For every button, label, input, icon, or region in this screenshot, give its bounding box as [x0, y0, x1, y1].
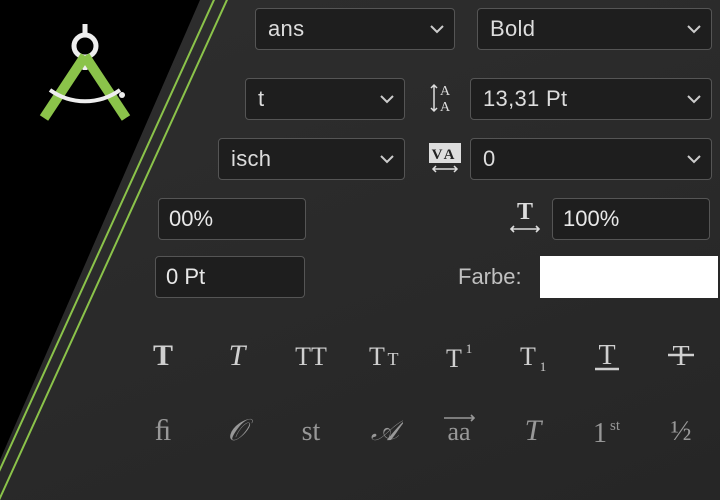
svg-text:𝒜: 𝒜	[371, 414, 403, 447]
font-family-dropdown[interactable]: ans	[255, 8, 455, 50]
font-family-value: ans	[268, 16, 304, 42]
strikethrough-button[interactable]: T	[659, 334, 703, 378]
ordinals-button[interactable]: 1 st	[585, 408, 629, 452]
svg-text:st: st	[610, 418, 621, 434]
baseline-shift-input[interactable]: 0 Pt	[155, 256, 305, 298]
svg-text:A: A	[444, 147, 455, 163]
font-size-value: t	[258, 86, 264, 112]
font-size-dropdown[interactable]: t	[245, 78, 405, 120]
svg-text:T: T	[229, 339, 248, 372]
baseline-shift-value: 0 Pt	[166, 264, 205, 290]
fractions-button[interactable]: ½	[659, 408, 703, 452]
vertical-scale-input[interactable]: 00%	[158, 198, 306, 240]
font-weight-dropdown[interactable]: Bold	[477, 8, 712, 50]
bold-button[interactable]: T	[141, 334, 185, 378]
discretionary-ligatures-button[interactable]: st	[289, 408, 333, 452]
color-label: Farbe:	[458, 264, 522, 290]
allcaps-button[interactable]: TT	[289, 334, 333, 378]
leading-icon: A A	[425, 78, 465, 118]
horizontal-scale-icon: T	[505, 196, 545, 236]
svg-text:𝒪: 𝒪	[228, 414, 254, 447]
svg-text:T: T	[525, 414, 544, 447]
chevron-down-icon	[685, 93, 703, 105]
svg-text:T: T	[369, 342, 385, 371]
svg-text:st: st	[302, 416, 321, 447]
svg-text:V: V	[432, 147, 443, 163]
typography-panel-screenshot: ans Bold t A A 13,31 Pt isch	[0, 0, 720, 500]
chevron-down-icon	[378, 153, 396, 165]
svg-text:aa: aa	[447, 417, 471, 446]
tracking-icon: V A	[425, 138, 465, 178]
svg-text:ﬁ: ﬁ	[155, 414, 172, 447]
svg-text:½: ½	[671, 416, 692, 447]
svg-text:1: 1	[540, 359, 547, 373]
contextual-alternates-button[interactable]: 𝒪	[215, 408, 259, 452]
svg-text:T: T	[446, 344, 462, 373]
opentype-row: ﬁ 𝒪 st 𝒜 aa T 1	[141, 408, 703, 452]
chevron-down-icon	[685, 23, 703, 35]
leading-dropdown[interactable]: 13,31 Pt	[470, 78, 712, 120]
swash-button[interactable]: 𝒜	[363, 408, 407, 452]
chevron-down-icon	[378, 93, 396, 105]
kerning-dropdown[interactable]: isch	[218, 138, 405, 180]
tracking-value: 0	[483, 146, 496, 172]
svg-text:TT: TT	[295, 342, 327, 371]
horizontal-scale-input[interactable]: 100%	[552, 198, 710, 240]
svg-text:T: T	[520, 342, 536, 371]
svg-text:1: 1	[466, 341, 473, 356]
horizontal-scale-value: 100%	[563, 206, 619, 232]
kerning-value: isch	[231, 146, 271, 172]
leading-value: 13,31 Pt	[483, 86, 567, 112]
svg-text:T: T	[517, 199, 533, 225]
superscript-button[interactable]: T 1	[437, 334, 481, 378]
chevron-down-icon	[428, 23, 446, 35]
stylistic-alternates-button[interactable]: aa	[437, 408, 481, 452]
italic-button[interactable]: T	[215, 334, 259, 378]
svg-text:T: T	[153, 339, 173, 372]
svg-text:T: T	[388, 349, 399, 369]
tracking-dropdown[interactable]: 0	[470, 138, 712, 180]
titling-alternates-button[interactable]: T	[511, 408, 555, 452]
chevron-down-icon	[685, 153, 703, 165]
subscript-button[interactable]: T 1	[511, 334, 555, 378]
svg-text:T: T	[672, 341, 689, 372]
svg-text:T: T	[598, 340, 615, 371]
standard-ligatures-button[interactable]: ﬁ	[141, 408, 185, 452]
svg-text:1: 1	[593, 418, 607, 448]
svg-text:A: A	[440, 84, 451, 99]
type-style-row: T T TT T T T 1 T	[141, 334, 703, 378]
underline-button[interactable]: T	[585, 334, 629, 378]
compass-logo-icon	[30, 20, 140, 135]
font-weight-value: Bold	[490, 16, 535, 42]
svg-text:A: A	[440, 100, 451, 115]
color-swatch[interactable]	[540, 256, 718, 298]
smallcaps-button[interactable]: T T	[363, 334, 407, 378]
vertical-scale-value: 00%	[169, 206, 213, 232]
